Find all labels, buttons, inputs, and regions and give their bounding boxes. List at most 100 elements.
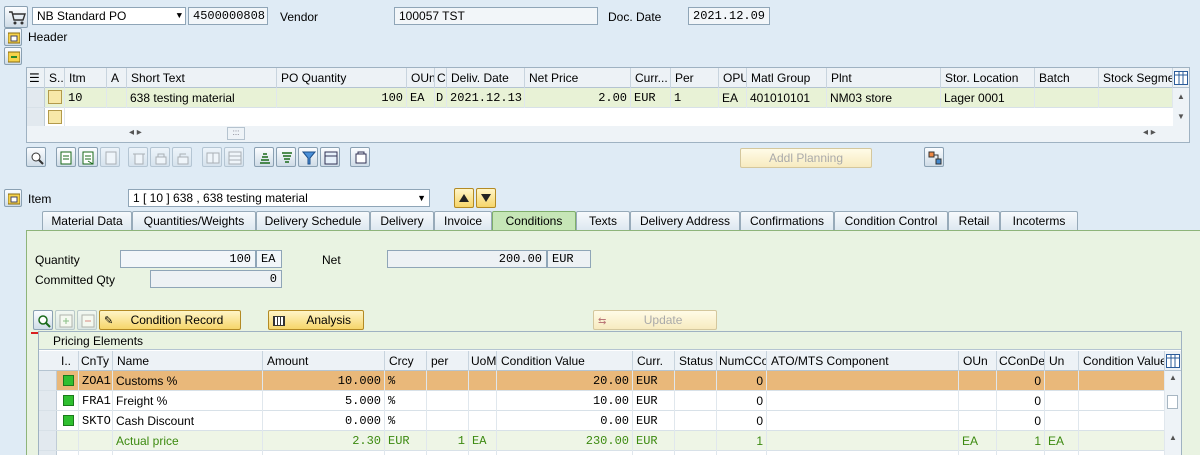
next-item-icon[interactable] [476, 188, 496, 208]
curr-cell[interactable]: EUR [633, 391, 675, 411]
unlock-item-icon[interactable] [172, 147, 192, 167]
pricing-elements-grid[interactable]: Pricing Elements I.. CnTy Name Amount Cr… [38, 331, 1182, 455]
ato-cell[interactable] [767, 451, 959, 455]
item-cell[interactable]: 10 [65, 88, 107, 108]
col-matl-group[interactable]: Matl Group [747, 68, 827, 88]
col-status[interactable]: Status [675, 351, 717, 371]
tab-conditions[interactable]: Conditions [492, 211, 576, 231]
cond-value-cell[interactable]: 200.00 [497, 451, 633, 455]
row-selector[interactable] [39, 431, 57, 450]
cnty-cell[interactable]: WOTB [79, 451, 113, 455]
name-cell[interactable]: Freight % [113, 391, 263, 411]
cond-value-cell[interactable]: 10.00 [497, 391, 633, 411]
select-block-icon[interactable] [202, 147, 222, 167]
name-cell[interactable]: OTB Procurement [113, 451, 263, 455]
batch-cell[interactable] [1035, 88, 1099, 108]
un-cell[interactable] [1045, 411, 1079, 431]
ato-cell[interactable] [767, 431, 959, 451]
crcy-cell[interactable]: % [385, 371, 427, 391]
col-stor-location[interactable]: Stor. Location [941, 68, 1035, 88]
uom-cell[interactable]: EA [469, 451, 497, 455]
cond-value-cell[interactable]: 230.00 [497, 431, 633, 451]
cnty-cell[interactable]: SKTO [79, 411, 113, 431]
layout-icon[interactable] [320, 147, 340, 167]
previous-item-icon[interactable] [454, 188, 474, 208]
amount-cell[interactable]: 2.00 [263, 451, 385, 455]
col-short-text[interactable]: Short Text [127, 68, 277, 88]
tab-invoice[interactable]: Invoice [434, 211, 492, 230]
tab-condition-control[interactable]: Condition Control [834, 211, 948, 230]
amount-cell[interactable]: 10.000 [263, 371, 385, 391]
col-ccon[interactable]: CConDe [997, 351, 1045, 371]
per-cell[interactable]: 1 [427, 431, 469, 451]
status-cell[interactable] [675, 431, 717, 451]
condition-record-button[interactable]: ✎ Condition Record [99, 310, 241, 330]
item-details-icon[interactable] [26, 147, 46, 167]
cv2-cell[interactable] [1079, 431, 1165, 451]
document-type-dropdown[interactable]: NB Standard PO ▼ [32, 7, 186, 25]
filter-icon[interactable] [298, 147, 318, 167]
currency-cell[interactable]: EUR [631, 88, 671, 108]
un-cell[interactable] [1045, 391, 1079, 411]
supplier-icon[interactable] [924, 147, 944, 167]
doc-date-field[interactable]: 2021.12.09 [688, 7, 770, 25]
numcco-cell[interactable]: 0 [717, 391, 767, 411]
delete-row-icon[interactable] [77, 310, 97, 330]
per-cell[interactable] [427, 411, 469, 431]
select-all-icon[interactable]: ☰ [27, 68, 45, 88]
stock-segment-cell[interactable] [1099, 88, 1173, 108]
update-button[interactable]: ⇆ Update [593, 310, 717, 330]
lock-item-icon[interactable] [150, 147, 170, 167]
col-condition-value[interactable]: Condition Value [497, 351, 633, 371]
c-cell[interactable]: D [435, 88, 447, 108]
col-per[interactable]: Per [671, 68, 719, 88]
tab-incoterms[interactable]: Incoterms [1000, 211, 1078, 230]
numcco-cell[interactable]: 1 [717, 451, 767, 455]
un-cell[interactable] [1045, 371, 1079, 391]
net-price-cell[interactable]: 2.00 [525, 88, 631, 108]
col-per[interactable]: per [427, 351, 469, 371]
table-row[interactable]: ZOA1 Customs % 10.000% 20.00 EUR 0 0 [39, 371, 1165, 391]
ccon-cell[interactable]: 0 [997, 371, 1045, 391]
col-un[interactable]: Un [1045, 351, 1079, 371]
ato-cell[interactable] [767, 391, 959, 411]
scroll-thumb[interactable] [1167, 395, 1178, 409]
document-overview-icon[interactable] [4, 6, 28, 28]
ccon-cell[interactable]: 1 [997, 451, 1045, 455]
addl-planning-button[interactable]: Addl Planning [740, 148, 872, 168]
item-selector-dropdown[interactable]: 1 [ 10 ] 638 , 638 testing material ▼ [128, 189, 430, 207]
col-opu[interactable]: OPU [719, 68, 747, 88]
cnty-cell[interactable]: FRA1 [79, 391, 113, 411]
amount-cell[interactable]: 2.30 [263, 431, 385, 451]
paste-item-icon[interactable] [100, 147, 120, 167]
sort-descending-icon[interactable] [276, 147, 296, 167]
crcy-cell[interactable]: EUR [385, 451, 427, 455]
col-name[interactable]: Name [113, 351, 263, 371]
col-account-assignment[interactable]: A [107, 68, 127, 88]
table-row[interactable]: FRA1 Freight % 5.000% 10.00 EUR 0 0 [39, 391, 1165, 411]
expand-header-icon[interactable] [4, 28, 22, 46]
col-numcco[interactable]: NumCCo [717, 351, 767, 371]
cond-value-cell[interactable]: 0.00 [497, 411, 633, 431]
uom-cell[interactable] [469, 411, 497, 431]
scroll-up-icon[interactable]: ▲ [1169, 373, 1177, 382]
oun-cell[interactable] [959, 371, 997, 391]
amount-cell[interactable]: 0.000 [263, 411, 385, 431]
table-row[interactable]: 10 638 testing material 100 EA D 2021.12… [27, 88, 1189, 108]
crcy-cell[interactable]: % [385, 391, 427, 411]
cond-value-cell[interactable]: 20.00 [497, 371, 633, 391]
amount-cell[interactable]: 5.000 [263, 391, 385, 411]
expand-items-icon[interactable] [4, 47, 22, 65]
col-amount[interactable]: Amount [263, 351, 385, 371]
copy-item-icon[interactable] [56, 147, 76, 167]
chevron-down-icon[interactable]: ▼ [177, 8, 182, 24]
numcco-cell[interactable]: 0 [717, 411, 767, 431]
uom-cell[interactable] [469, 391, 497, 411]
per-cell[interactable] [427, 371, 469, 391]
vertical-scrollbar[interactable]: ▲ ▼ [1173, 88, 1189, 128]
col-c[interactable]: C [435, 68, 447, 88]
oun-cell[interactable] [959, 391, 997, 411]
tab-delivery[interactable]: Delivery [370, 211, 434, 230]
curr-cell[interactable]: EUR [633, 411, 675, 431]
delete-item-icon[interactable] [128, 147, 148, 167]
